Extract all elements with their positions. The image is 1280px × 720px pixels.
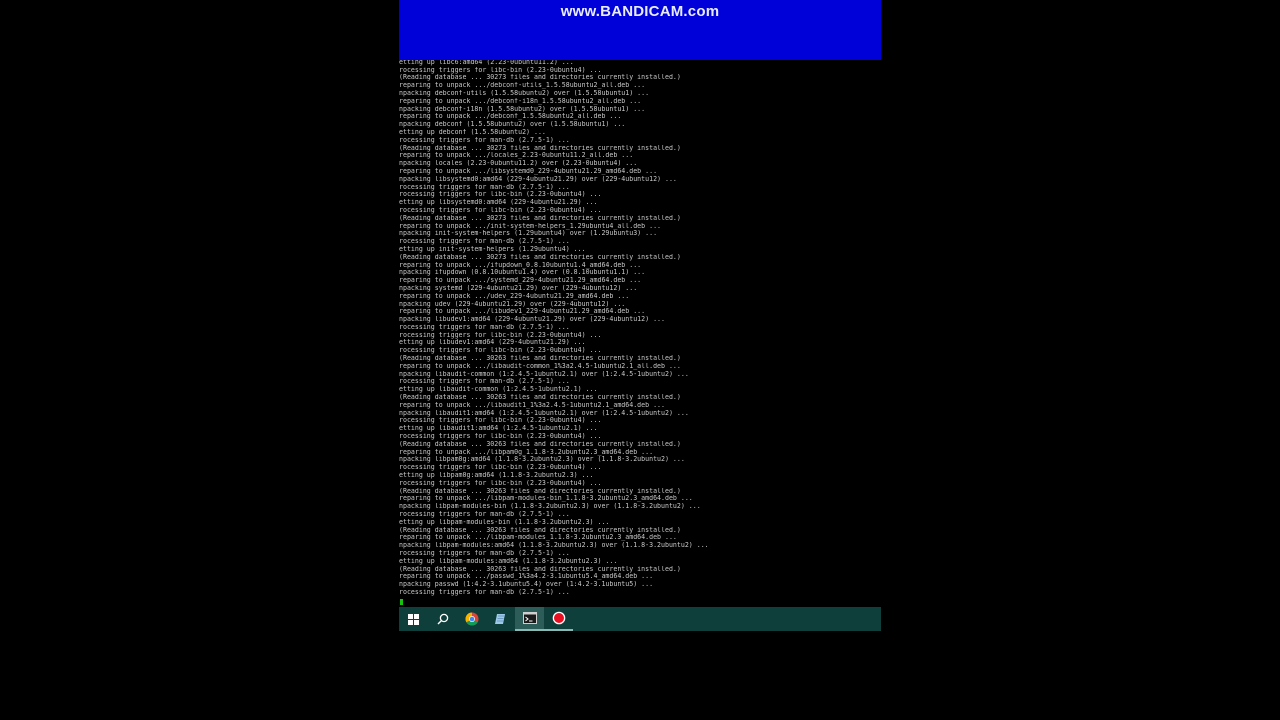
terminal-line: rocessing triggers for man-db (2.7.5-1) … bbox=[399, 588, 570, 596]
terminal-line: etting up libpam0g:amd64 (1.1.8-3.2ubunt… bbox=[399, 472, 594, 480]
terminal-line: rocessing triggers for man-db (2.7.5-1) … bbox=[399, 550, 570, 557]
terminal-line: rocessing triggers for libc-bin (2.23-0u… bbox=[399, 479, 602, 487]
terminal-line: (Reading database ... 30263 files and di… bbox=[399, 565, 681, 573]
app-taskbar-button[interactable] bbox=[486, 607, 515, 631]
terminal-line: etting up libsystemd0:amd64 (229-4ubuntu… bbox=[399, 199, 598, 207]
terminal-line: (Reading database ... 30263 files and di… bbox=[399, 440, 681, 448]
terminal-line: npacking libpam0g:amd64 (1.1.8-3.2ubuntu… bbox=[399, 456, 685, 464]
terminal-line: (Reading database ... 30263 files and di… bbox=[399, 355, 681, 363]
search-button[interactable] bbox=[428, 607, 457, 631]
terminal-icon bbox=[522, 612, 537, 624]
terminal-line: rocessing triggers for man-db (2.7.5-1) … bbox=[399, 136, 570, 144]
terminal-line: npacking debconf-i18n (1.5.58ubuntu2) ov… bbox=[399, 105, 646, 113]
terminal-line: (Reading database ... 30273 files and di… bbox=[399, 74, 681, 82]
terminal-line: rocessing triggers for libc-bin (2.23-0u… bbox=[399, 66, 602, 74]
terminal-line: reparing to unpack .../libaudit1_1%3a2.4… bbox=[399, 401, 665, 409]
terminal-line: etting up libaudit-common (1:2.4.5-1ubun… bbox=[399, 386, 598, 394]
terminal-line: rocessing triggers for libc-bin (2.23-0u… bbox=[399, 331, 602, 339]
chrome-taskbar-button[interactable] bbox=[457, 607, 486, 631]
terminal-line: reparing to unpack .../locales_2.23-0ubu… bbox=[399, 152, 634, 160]
terminal-line: rocessing triggers for man-db (2.7.5-1) … bbox=[399, 183, 570, 191]
terminal-line: rocessing triggers for libc-bin (2.23-0u… bbox=[399, 206, 602, 214]
terminal-line: rocessing triggers for libc-bin (2.23-0u… bbox=[399, 191, 602, 199]
terminal-line: npacking libpam-modules-bin (1.1.8-3.2ub… bbox=[399, 503, 701, 511]
terminal-line: (Reading database ... 30273 files and di… bbox=[399, 214, 681, 222]
terminal-line: etting up libpam-modules:amd64 (1.1.8-3.… bbox=[399, 557, 618, 565]
terminal-line: rocessing triggers for libc-bin (2.23-0u… bbox=[399, 433, 602, 441]
terminal-line: npacking debconf-utils (1.5.58ubuntu2) o… bbox=[399, 89, 650, 97]
terminal-line: reparing to unpack .../debconf-utils_1.5… bbox=[399, 82, 646, 90]
watermark-banner: www.BANDICAM.com bbox=[399, 0, 881, 60]
terminal-line: reparing to unpack .../systemd_229-4ubun… bbox=[399, 277, 642, 285]
terminal-line: npacking ifupdown (0.8.10ubuntu1.4) over… bbox=[399, 269, 646, 277]
terminal-line: reparing to unpack .../libpam-modules_1.… bbox=[399, 534, 677, 542]
terminal-window[interactable]: npacking libc6:amd64 (2.23-0ubuntu11.2) … bbox=[399, 51, 881, 607]
terminal-line: rocessing triggers for libc-bin (2.23-0u… bbox=[399, 417, 602, 425]
search-icon bbox=[437, 613, 448, 625]
terminal-line: etting up libudev1:amd64 (229-4ubuntu21.… bbox=[399, 339, 586, 347]
terminal-line: reparing to unpack .../libudev1_229-4ubu… bbox=[399, 308, 646, 316]
terminal-line: (Reading database ... 30263 files and di… bbox=[399, 394, 681, 402]
terminal-line: npacking systemd (229-4ubuntu21.29) over… bbox=[399, 284, 638, 292]
terminal-line: rocessing triggers for man-db (2.7.5-1) … bbox=[399, 323, 570, 331]
windows-start-icon bbox=[408, 613, 419, 625]
terminal-line: reparing to unpack .../libaudit-common_1… bbox=[399, 362, 681, 370]
terminal-line: reparing to unpack .../libpam0g_1.1.8-3.… bbox=[399, 448, 654, 456]
terminal-line: reparing to unpack .../debconf_1.5.58ubu… bbox=[399, 113, 622, 121]
terminal-line: (Reading database ... 30263 files and di… bbox=[399, 526, 681, 534]
terminal-line: npacking debconf (1.5.58ubuntu2) over (1… bbox=[399, 121, 626, 129]
terminal-line: npacking libaudit1:amd64 (1:2.4.5-1ubunt… bbox=[399, 409, 689, 417]
terminal-line: npacking libpam-modules:amd64 (1.1.8-3.2… bbox=[399, 542, 709, 550]
terminal-line: reparing to unpack .../ifupdown_0.8.10ub… bbox=[399, 261, 642, 269]
watermark-text: www.BANDICAM.com bbox=[560, 3, 720, 20]
record-icon bbox=[552, 611, 565, 625]
recorder-taskbar-button[interactable] bbox=[544, 607, 573, 631]
terminal-line: npacking locales (2.23-0ubuntu11.2) over… bbox=[399, 160, 638, 168]
taskbar bbox=[399, 607, 881, 631]
terminal-output: npacking libc6:amd64 (2.23-0ubuntu11.2) … bbox=[399, 51, 881, 597]
terminal-line: rocessing triggers for man-db (2.7.5-1) … bbox=[399, 238, 570, 246]
terminal-line: reparing to unpack .../init-system-helpe… bbox=[399, 222, 662, 230]
terminal-line: etting up debconf (1.5.58ubuntu2) ... bbox=[399, 128, 546, 136]
terminal-line: rocessing triggers for man-db (2.7.5-1) … bbox=[399, 511, 570, 519]
app-icon bbox=[494, 614, 505, 624]
terminal-line: rocessing triggers for libc-bin (2.23-0u… bbox=[399, 464, 602, 472]
chrome-icon bbox=[464, 612, 478, 626]
terminal-line: (Reading database ... 30273 files and di… bbox=[399, 253, 681, 261]
start-button[interactable] bbox=[399, 607, 428, 631]
terminal-line: npacking libsystemd0:amd64 (229-4ubuntu2… bbox=[399, 175, 677, 183]
terminal-line: reparing to unpack .../passwd_1%3a4.2-3.… bbox=[399, 573, 654, 581]
terminal-line: npacking libudev1:amd64 (229-4ubuntu21.2… bbox=[399, 316, 665, 324]
terminal-taskbar-button[interactable] bbox=[515, 607, 544, 631]
terminal-line: reparing to unpack .../libpam-modules-bi… bbox=[399, 495, 693, 503]
terminal-line: etting up init-system-helpers (1.29ubunt… bbox=[399, 245, 586, 253]
screen-region: npacking libc6:amd64 (2.23-0ubuntu11.2) … bbox=[399, 0, 881, 631]
terminal-line: rocessing triggers for libc-bin (2.23-0u… bbox=[399, 347, 602, 355]
terminal-line: rocessing triggers for man-db (2.7.5-1) … bbox=[399, 378, 570, 386]
terminal-line: npacking init-system-helpers (1.29ubuntu… bbox=[399, 230, 658, 238]
terminal-line: etting up libaudit1:amd64 (1:2.4.5-1ubun… bbox=[399, 425, 598, 433]
terminal-line: reparing to unpack .../udev_229-4ubuntu2… bbox=[399, 292, 630, 300]
terminal-line: etting up libpam-modules-bin (1.1.8-3.2u… bbox=[399, 518, 610, 526]
terminal-line: (Reading database ... 30273 files and di… bbox=[399, 144, 681, 152]
terminal-line: reparing to unpack .../debconf-i18n_1.5.… bbox=[399, 97, 642, 105]
terminal-line: npacking udev (229-4ubuntu21.29) over (2… bbox=[399, 300, 626, 308]
terminal-line: (Reading database ... 30263 files and di… bbox=[399, 487, 681, 495]
terminal-line: reparing to unpack .../libsystemd0_229-4… bbox=[399, 167, 658, 175]
terminal-cursor bbox=[400, 599, 403, 605]
terminal-line: npacking libaudit-common (1:2.4.5-1ubunt… bbox=[399, 370, 689, 378]
terminal-line: npacking passwd (1:4.2-3.1ubuntu5.4) ove… bbox=[399, 581, 654, 589]
